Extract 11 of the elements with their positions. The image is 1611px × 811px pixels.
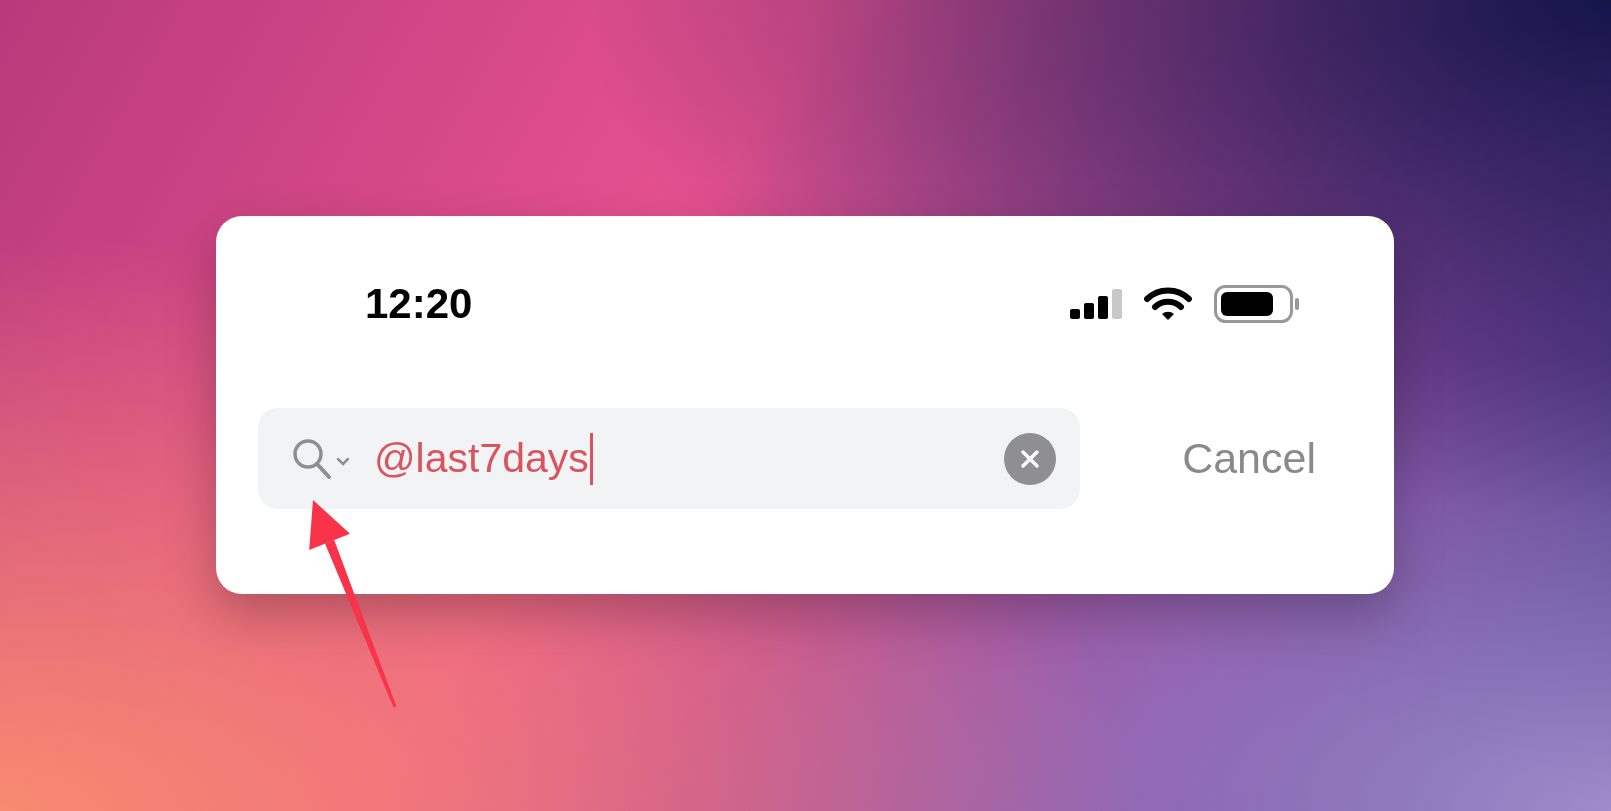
- close-icon: [1020, 448, 1040, 469]
- search-icon: [292, 437, 332, 480]
- battery-icon: [1214, 285, 1300, 323]
- signal-icon: [1070, 289, 1122, 319]
- status-time: 12:20: [365, 283, 473, 325]
- search-field[interactable]: @last7days: [258, 408, 1080, 509]
- search-query: @last7days: [374, 438, 589, 479]
- chevron-down-icon: [336, 456, 350, 467]
- wifi-icon: [1144, 287, 1192, 321]
- cancel-button[interactable]: Cancel: [1182, 437, 1316, 480]
- clear-button[interactable]: [1004, 432, 1056, 485]
